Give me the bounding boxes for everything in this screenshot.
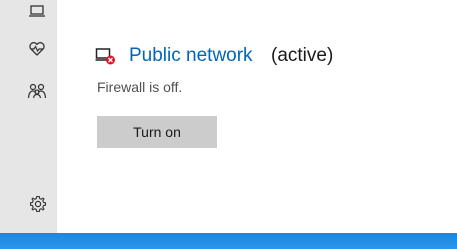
firewall-status-text: Firewall is off.	[97, 79, 183, 95]
main-content: Public network (active) Firewall is off.…	[57, 0, 457, 233]
sidebar	[0, 0, 57, 233]
security-window: Public network (active) Firewall is off.…	[0, 0, 457, 233]
network-active-status: (active)	[271, 45, 334, 66]
desktop-background	[0, 233, 457, 249]
family-icon[interactable]	[26, 80, 48, 102]
turn-on-button[interactable]: Turn on	[97, 116, 217, 148]
public-network-link[interactable]: Public network	[129, 44, 253, 68]
gear-icon[interactable]	[27, 193, 49, 215]
public-network-off-icon	[95, 45, 117, 67]
heart-pulse-icon[interactable]	[26, 38, 48, 60]
laptop-icon[interactable]	[26, 0, 48, 22]
